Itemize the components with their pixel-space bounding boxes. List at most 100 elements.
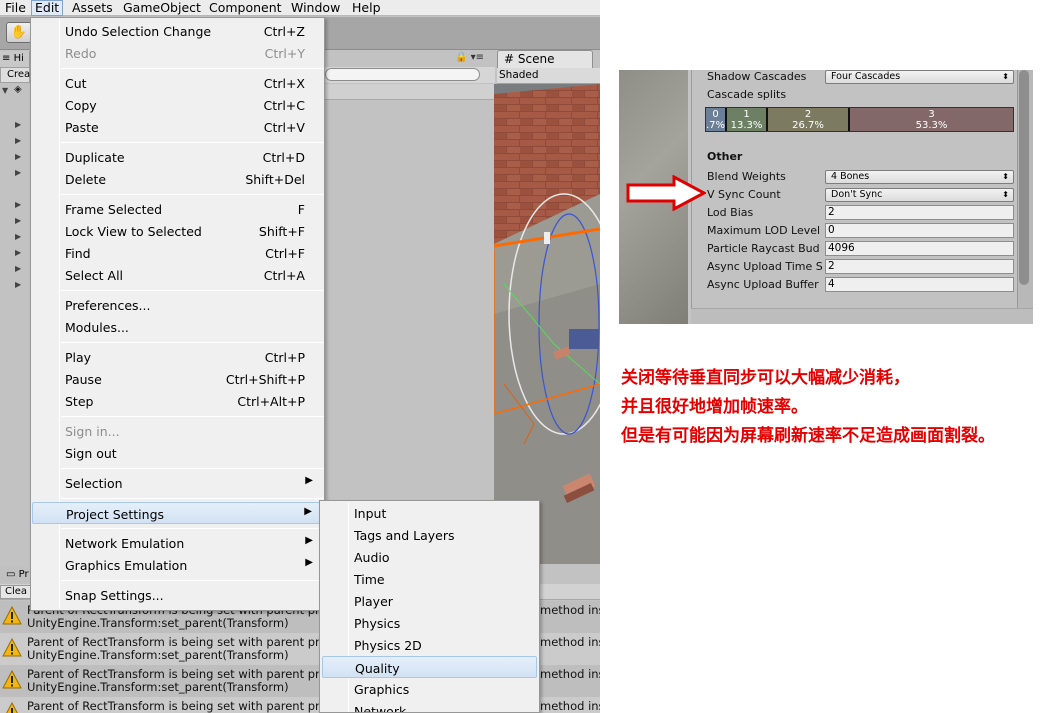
log-message: Parent of RectTransform is being set wit… <box>27 699 320 713</box>
lod-bias-field[interactable]: 2 <box>825 205 1014 220</box>
expand-arrow-icon[interactable]: ▶ <box>15 248 21 257</box>
menu-item-frame-selected[interactable]: Frame Selected F <box>32 198 323 220</box>
max-lod-field[interactable]: 0 <box>825 223 1014 238</box>
menu-edit[interactable]: Edit <box>31 0 64 16</box>
log-message: Parent of RectTransform is being set wit… <box>27 635 320 649</box>
menu-item-duplicate[interactable]: Duplicate Ctrl+D <box>32 146 323 168</box>
menu-item-shortcut: Ctrl+Shift+P <box>225 372 305 387</box>
menu-gameobject[interactable]: GameObject <box>120 0 204 16</box>
cascade-split-percent: 26.7% <box>792 120 824 131</box>
menu-separator <box>61 142 324 143</box>
hand-tool-button[interactable]: ✋ <box>6 22 32 43</box>
menu-bar: File Edit Assets GameObject Component Wi… <box>0 0 600 16</box>
expand-arrow-icon[interactable]: ▶ <box>15 264 21 273</box>
menu-item-step[interactable]: Step Ctrl+Alt+P <box>32 390 323 412</box>
menu-item-undo[interactable]: Undo Selection Change Ctrl+Z <box>32 20 323 42</box>
menu-assets[interactable]: Assets <box>69 0 116 16</box>
scene-tab[interactable]: # Scene <box>497 50 593 68</box>
menu-item-selection[interactable]: Selection ▶ <box>32 472 323 494</box>
menu-item-sign-out[interactable]: Sign out <box>32 442 323 464</box>
submenu-item-audio[interactable]: Audio <box>322 546 537 568</box>
menu-item-pause[interactable]: Pause Ctrl+Shift+P <box>32 368 323 390</box>
menu-item-snap-settings[interactable]: Snap Settings... <box>32 584 323 606</box>
cascade-split-segment[interactable]: 2 26.7% <box>768 108 850 131</box>
hierarchy-create-button[interactable]: Crea <box>0 67 30 83</box>
log-message-tail: method ins <box>540 667 600 681</box>
menu-item-paste[interactable]: Paste Ctrl+V <box>32 116 323 138</box>
quality-inspector: Shadow Cascades Four Cascades ⬍ Cascade … <box>691 70 1017 308</box>
async-upload-time-label: Async Upload Time S <box>707 260 823 273</box>
vsync-count-dropdown[interactable]: Don't Sync ⬍ <box>825 188 1014 202</box>
async-upload-buffer-field[interactable]: 4 <box>825 277 1014 292</box>
menu-item-label: Selection <box>65 476 123 491</box>
cascade-splits-bar[interactable]: 0.7% 1 13.3% 2 26.7% 3 53.3% <box>705 107 1014 132</box>
expand-arrow-icon[interactable]: ▶ <box>15 280 21 289</box>
menu-item-find[interactable]: Find Ctrl+F <box>32 242 323 264</box>
menu-item-modules[interactable]: Modules... <box>32 316 323 338</box>
menu-item-preferences[interactable]: Preferences... <box>32 294 323 316</box>
expand-arrow-icon[interactable]: ▶ <box>15 200 21 209</box>
search-input[interactable] <box>325 68 480 81</box>
menu-item-cut[interactable]: Cut Ctrl+X <box>32 72 323 94</box>
submenu-item-time[interactable]: Time <box>322 568 537 590</box>
submenu-item-player[interactable]: Player <box>322 590 537 612</box>
menu-file[interactable]: File <box>2 0 29 16</box>
cascade-split-segment[interactable]: 1 13.3% <box>727 108 768 131</box>
console-clear-button[interactable]: Clea <box>0 585 32 599</box>
menu-item-lock-view[interactable]: Lock View to Selected Shift+F <box>32 220 323 242</box>
expand-arrow-icon[interactable]: ▶ <box>15 120 21 129</box>
scene-viewport[interactable] <box>494 84 600 564</box>
scrollbar-thumb[interactable] <box>1019 70 1029 285</box>
menu-item-label: Input <box>354 506 387 521</box>
cascade-split-segment[interactable]: 3 53.3% <box>850 108 1013 131</box>
submenu-item-physics-2d[interactable]: Physics 2D <box>322 634 537 656</box>
expand-arrow-icon[interactable]: ▶ <box>15 136 21 145</box>
submenu-item-input[interactable]: Input <box>322 502 537 524</box>
dropdown-arrows-icon: ⬍ <box>1002 172 1009 181</box>
project-tab-label: Pr <box>18 569 29 580</box>
menu-item-project-settings[interactable]: Project Settings ▶ <box>32 502 323 524</box>
cascade-split-percent: 53.3% <box>915 120 948 131</box>
warning-icon <box>2 670 22 689</box>
expand-arrow-icon[interactable]: ▶ <box>15 232 21 241</box>
async-upload-time-field[interactable]: 2 <box>825 259 1014 274</box>
cascade-split-index: 3 <box>928 109 935 120</box>
menu-item-graphics-emulation[interactable]: Graphics Emulation ▶ <box>32 554 323 576</box>
menu-item-shortcut: Ctrl+X <box>263 76 305 91</box>
menu-item-shortcut: Shift+F <box>258 224 305 239</box>
particle-raycast-label: Particle Raycast Bud <box>707 242 820 255</box>
submenu-item-graphics[interactable]: Graphics <box>322 678 537 700</box>
menu-separator <box>61 498 324 499</box>
lock-icon[interactable]: 🔒 ▾≡ <box>455 52 495 66</box>
submenu-item-tags-and-layers[interactable]: Tags and Layers <box>322 524 537 546</box>
menu-separator <box>61 290 324 291</box>
menu-window[interactable]: Window <box>288 0 343 16</box>
menu-help[interactable]: Help <box>349 0 384 16</box>
shading-mode-dropdown[interactable]: Shaded <box>499 68 539 83</box>
submenu-item-network[interactable]: Network <box>322 700 537 712</box>
submenu-item-quality[interactable]: Quality <box>322 656 537 678</box>
menu-item-label: Player <box>354 594 393 609</box>
menu-item-shortcut: Ctrl+Y <box>264 46 305 61</box>
cascade-split-percent: .7% <box>706 120 726 131</box>
expand-icon[interactable]: ▼ <box>2 86 8 95</box>
expand-arrow-icon[interactable]: ▶ <box>15 152 21 161</box>
menu-item-play[interactable]: Play Ctrl+P <box>32 346 323 368</box>
expand-arrow-icon[interactable]: ▶ <box>15 216 21 225</box>
particle-raycast-field[interactable]: 4096 <box>825 241 1014 256</box>
menu-item-delete[interactable]: Delete Shift+Del <box>32 168 323 190</box>
shadow-cascades-dropdown[interactable]: Four Cascades ⬍ <box>825 70 1014 84</box>
menu-item-label: Paste <box>65 120 99 135</box>
red-arrow-icon <box>626 175 706 211</box>
menu-item-label: Select All <box>65 268 124 283</box>
cascade-split-segment[interactable]: 0.7% <box>706 108 727 131</box>
menu-item-copy[interactable]: Copy Ctrl+C <box>32 94 323 116</box>
menu-item-network-emulation[interactable]: Network Emulation ▶ <box>32 532 323 554</box>
blend-weights-dropdown[interactable]: 4 Bones ⬍ <box>825 170 1014 184</box>
menu-item-label: Time <box>354 572 385 587</box>
hierarchy-tab[interactable]: ≡ Hi <box>0 51 30 67</box>
menu-component[interactable]: Component <box>206 0 285 16</box>
expand-arrow-icon[interactable]: ▶ <box>15 168 21 177</box>
submenu-item-physics[interactable]: Physics <box>322 612 537 634</box>
menu-item-select-all[interactable]: Select All Ctrl+A <box>32 264 323 286</box>
